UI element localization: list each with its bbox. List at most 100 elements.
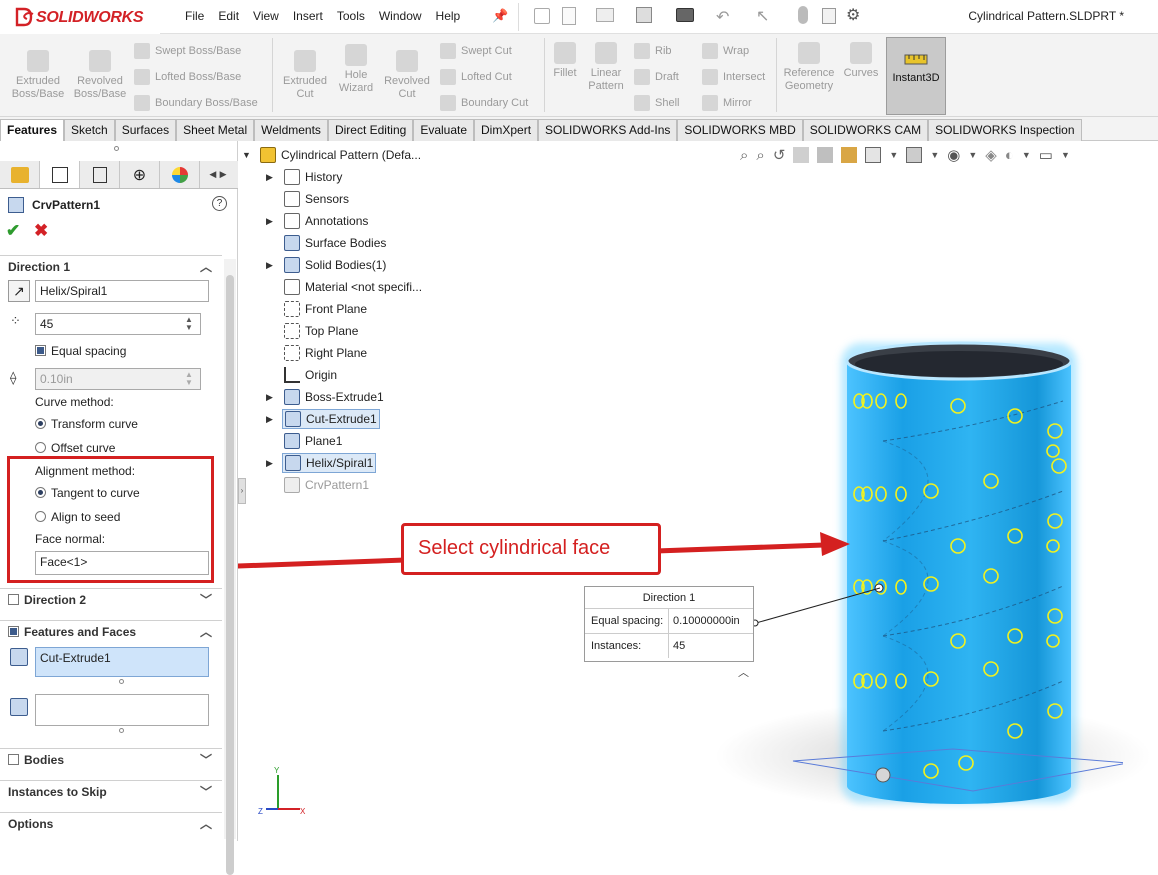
stepper-arrows-icon[interactable]: ▲ ▼ [185,371,193,387]
reference-geometry-button[interactable]: Reference Geometry [780,42,838,93]
tab-mbd[interactable]: SOLIDWORKS MBD [677,119,803,141]
tab-surfaces[interactable]: Surfaces [114,119,177,141]
list-resize-handle[interactable] [119,679,124,684]
tree-item-top-plane[interactable]: Top Plane [284,321,358,341]
tree-item-plane1[interactable]: Plane1 [284,431,342,451]
extruded-cut-button[interactable]: Extruded Cut [278,50,332,101]
view-orientation-icon[interactable] [841,147,858,163]
tree-expand-arrow-icon[interactable]: ▶ [266,260,273,271]
tab-display-manager[interactable] [160,161,200,188]
pin-icon[interactable]: 📌 [492,8,508,24]
curves-button[interactable]: Curves [840,42,882,80]
options-header[interactable]: Options ︿ [0,812,222,834]
features-faces-header[interactable]: Features and Faces ︿ [0,620,222,642]
view-settings-icon[interactable]: ◐ [1005,147,1014,164]
swept-boss-button[interactable]: Swept Boss/Base [134,43,241,59]
panel-scrollbar[interactable] [224,259,236,875]
linear-pattern-button[interactable]: Linear Pattern [584,42,628,93]
offset-curve-radio[interactable]: Offset curve [35,441,115,455]
file-properties-icon[interactable] [822,8,836,24]
tree-item-annotations[interactable]: Annotations [284,211,368,231]
tree-item-sensors[interactable]: Sensors [284,189,349,209]
mirror-button[interactable]: Mirror [702,95,752,111]
features-to-pattern-list[interactable]: Cut-Extrude1 [35,647,209,677]
faces-to-pattern-list[interactable] [35,694,209,726]
align-to-seed-radio[interactable]: Align to seed [35,510,120,524]
tab-evaluate[interactable]: Evaluate [413,119,475,141]
spacing-input[interactable]: 0.10in [35,368,201,390]
tab-inspection[interactable]: SOLIDWORKS Inspection [928,119,1082,141]
list-resize-handle[interactable] [119,728,124,733]
wrap-button[interactable]: Wrap [702,43,749,59]
instances-value[interactable]: 45 [669,640,685,652]
face-normal-field[interactable]: Face<1> [35,551,209,575]
ok-checkmark-button[interactable]: ✔ [6,221,20,241]
dynamic-annotation-icon[interactable] [817,147,834,163]
tree-expand-arrow-icon[interactable]: ▶ [266,392,273,403]
extruded-boss-button[interactable]: Extruded Boss/Base [8,50,68,101]
tree-collapse-arrow-icon[interactable]: ▼ [242,150,251,160]
new-document-icon[interactable] [562,7,576,25]
graphics-area[interactable]: ⌕ ⌕ ↺ ▼ ▼ ◉ ▼ ◈ ◐ ▼ ▭ ▼ ▼ Cylindrical Pa… [238,141,1158,841]
transform-curve-radio[interactable]: Transform curve [35,417,138,431]
solidworks-logo[interactable]: SOLIDWORKS [0,0,160,34]
tree-item-right-plane[interactable]: Right Plane [284,343,367,363]
chevron-down-icon[interactable]: ▼ [889,150,898,160]
reverse-direction-icon[interactable]: ↗ [8,280,30,302]
splitter-handle[interactable] [114,146,119,151]
direction1-dimension-box[interactable]: Direction 1 Equal spacing: 0.10000000in … [584,586,754,662]
cancel-x-button[interactable]: ✖ [34,221,48,241]
options-gear-icon[interactable]: ⚙ [846,5,860,25]
tab-dimxpert[interactable]: DimXpert [474,119,539,141]
revolved-boss-button[interactable]: Revolved Boss/Base [70,50,130,101]
shell-button[interactable]: Shell [634,95,679,111]
rib-button[interactable]: Rib [634,43,672,59]
swept-cut-button[interactable]: Swept Cut [440,43,512,59]
bodies-header[interactable]: Bodies ﹀ [0,748,222,770]
tangent-to-curve-radio[interactable]: Tangent to curve [35,486,140,500]
chevron-down-icon[interactable]: ▼ [930,150,939,160]
tab-direct-editing[interactable]: Direct Editing [327,119,414,141]
tab-scroll-arrows[interactable]: ◀ ▶ [200,161,236,188]
scrollbar-thumb[interactable] [226,275,234,875]
tree-item-origin[interactable]: Origin [284,365,337,385]
menu-window[interactable]: Window [372,9,429,23]
save-icon[interactable] [636,7,652,23]
open-folder-icon[interactable] [596,8,614,22]
hole-wizard-button[interactable]: Hole Wizard [332,44,380,95]
tree-item-material[interactable]: Material <not specifi... [284,277,422,297]
tab-sheet-metal[interactable]: Sheet Metal [176,119,255,141]
direction1-header[interactable]: Direction 1 ︿ [0,255,222,277]
tree-expand-arrow-icon[interactable]: ▶ [266,414,273,425]
help-icon[interactable]: ? [212,196,227,211]
boundary-boss-button[interactable]: Boundary Boss/Base [134,95,258,111]
chevron-up-icon[interactable]: ︿ [738,664,749,680]
undo-icon[interactable]: ↶ [716,7,729,27]
zoom-to-area-icon[interactable]: ⌕ [756,147,764,164]
menu-help[interactable]: Help [429,9,468,23]
instances-to-skip-header[interactable]: Instances to Skip ﹀ [0,780,222,802]
hide-show-items-icon[interactable] [906,147,923,163]
instant3d-button[interactable]: Instant3D [886,37,946,115]
tab-property-manager[interactable] [40,161,80,188]
tree-item-solid-bodies[interactable]: Solid Bodies(1) [284,255,386,275]
tab-sketch[interactable]: Sketch [64,119,115,141]
instances-input[interactable]: 45 [35,313,201,335]
tree-item-helix-spiral1[interactable]: Helix/Spiral1 [282,453,377,473]
tab-weldments[interactable]: Weldments [254,119,328,141]
edit-appearance-icon[interactable]: ◉ [947,146,960,164]
previous-view-icon[interactable]: ↺ [773,146,786,164]
tree-item-history[interactable]: History [284,167,342,187]
apply-scene-icon[interactable]: ◈ [985,146,997,164]
rebuild-icon[interactable] [798,6,808,24]
lofted-boss-button[interactable]: Lofted Boss/Base [134,69,241,85]
lofted-cut-button[interactable]: Lofted Cut [440,69,512,85]
display-style-icon[interactable] [865,147,882,163]
revolved-cut-button[interactable]: Revolved Cut [380,50,434,101]
tree-item-crvpattern1[interactable]: CrvPattern1 [284,475,369,495]
tab-cam[interactable]: SOLIDWORKS CAM [802,119,929,141]
chevron-down-icon[interactable]: ▼ [1061,150,1070,160]
stepper-arrows-icon[interactable]: ▲ ▼ [185,316,193,332]
tab-addins[interactable]: SOLIDWORKS Add-Ins [538,119,678,141]
boundary-cut-button[interactable]: Boundary Cut [440,95,528,111]
